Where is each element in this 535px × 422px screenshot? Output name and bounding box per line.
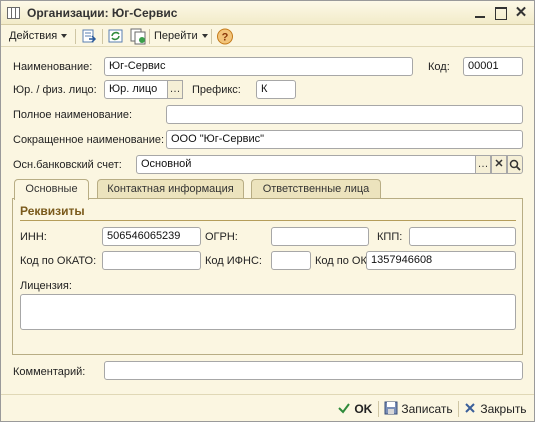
close-button[interactable]: Закрыть (463, 399, 527, 419)
minimize-button[interactable] (471, 4, 489, 22)
ogrn-label: ОГРН: (205, 231, 238, 243)
license-field[interactable] (20, 294, 516, 330)
check-icon (338, 403, 350, 414)
ok-button-label: OK (354, 402, 373, 416)
save-button[interactable]: Записать (384, 399, 453, 419)
kpp-field[interactable] (409, 227, 516, 246)
bank-account-label: Осн.банковский счет: (13, 159, 122, 171)
svg-text:?: ? (222, 32, 229, 44)
group-divider (20, 220, 516, 221)
prefix-label: Префикс: (192, 84, 241, 96)
okpo-field[interactable]: 1357946608 (366, 251, 516, 270)
short-name-field[interactable]: ООО "Юг-Сервис" (166, 130, 523, 149)
requisites-group-title: Реквизиты (20, 204, 85, 218)
toolbar-separator (149, 29, 150, 44)
save-button-label: Записать (401, 402, 453, 416)
name-label: Наименование: (13, 61, 93, 73)
okato-label: Код по ОКАТО: (20, 255, 97, 267)
bank-account-select-button[interactable]: … (475, 155, 491, 174)
okato-field[interactable] (102, 251, 201, 270)
bottom-bar: OK Записать Закрыть (1, 394, 534, 421)
close-window-button[interactable]: ✕ (512, 4, 530, 22)
toolbar: Действия Перейти ? (1, 25, 534, 47)
clear-icon[interactable]: ✕ (491, 155, 507, 174)
goto-menu[interactable]: Перейти (154, 28, 208, 45)
tab-contact-info[interactable]: Контактная информация (97, 179, 244, 199)
legal-entity-field[interactable]: Юр. лицо (104, 80, 168, 99)
name-field[interactable]: Юг-Сервис (104, 57, 413, 76)
legal-entity-select-button[interactable]: … (167, 80, 183, 99)
ogrn-field[interactable] (271, 227, 369, 246)
title-bar[interactable]: Организации: Юг-Сервис ✕ (1, 1, 534, 25)
floppy-disk-icon (384, 401, 398, 415)
toolbar-separator (102, 29, 103, 44)
help-icon[interactable]: ? (216, 28, 234, 45)
legal-entity-label: Юр. / физ. лицо: (13, 84, 97, 96)
tab-main[interactable]: Основные (14, 179, 89, 200)
maximize-button[interactable] (491, 4, 509, 22)
copy-icon[interactable] (129, 28, 147, 45)
ifns-field[interactable] (271, 251, 311, 270)
prefix-field[interactable]: К (256, 80, 296, 99)
toolbar-separator (211, 29, 212, 44)
inn-label: ИНН: (20, 231, 47, 243)
bank-account-field[interactable]: Основной (136, 155, 476, 174)
close-icon (465, 403, 475, 413)
comment-label: Комментарий: (13, 366, 86, 378)
window-title: Организации: Юг-Сервис (27, 6, 178, 20)
inn-field[interactable]: 506546065239 (102, 227, 201, 246)
code-label: Код: (428, 61, 450, 73)
ok-button[interactable]: OK (337, 399, 372, 419)
toolbar-separator (75, 29, 76, 44)
code-field[interactable]: 00001 (463, 57, 523, 76)
tab-responsible-persons[interactable]: Ответственные лица (251, 179, 381, 199)
license-label: Лицензия: (20, 280, 72, 292)
close-button-label: Закрыть (480, 402, 527, 416)
organization-window: Организации: Юг-Сервис ✕ Действия Перейт… (0, 0, 535, 422)
tab-panel (12, 198, 523, 355)
move-to-group-icon[interactable] (80, 28, 98, 45)
kpp-label: КПП: (377, 231, 403, 243)
search-icon[interactable] (507, 155, 523, 174)
ifns-label: Код ИФНС: (205, 255, 262, 267)
short-name-label: Сокращенное наименование: (13, 134, 165, 146)
actions-menu[interactable]: Действия (9, 28, 67, 45)
full-name-field[interactable] (166, 105, 523, 124)
bottom-separator (458, 401, 459, 417)
comment-field[interactable] (104, 361, 523, 380)
refresh-icon[interactable] (107, 28, 125, 45)
full-name-label: Полное наименование: (13, 109, 133, 121)
bottom-separator (378, 401, 379, 417)
table-icon (7, 7, 20, 19)
